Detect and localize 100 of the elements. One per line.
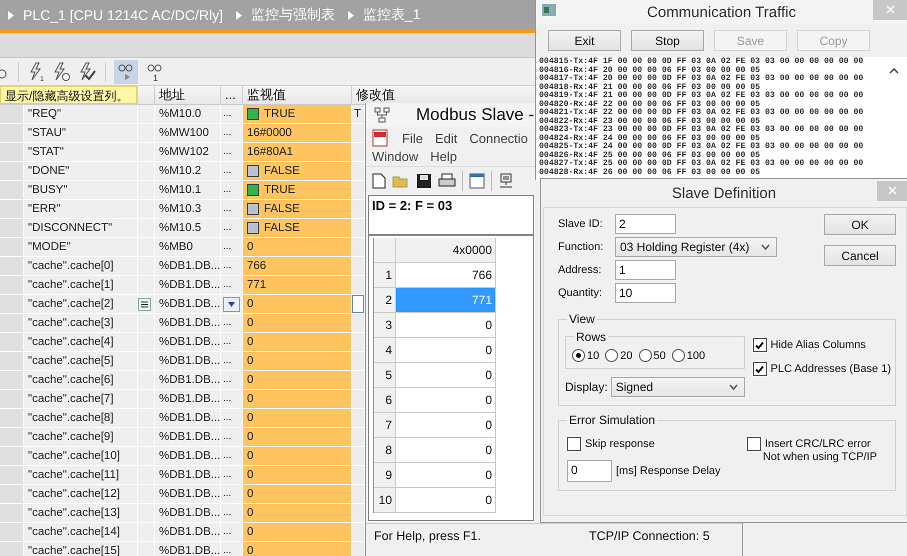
table-cell[interactable] [352, 181, 365, 200]
row-header[interactable] [0, 295, 24, 314]
dialog-button[interactable]: Cancel [824, 245, 896, 266]
checkbox[interactable] [567, 437, 581, 451]
table-cell: ... [221, 143, 243, 162]
row-header[interactable] [0, 162, 24, 181]
table-cell[interactable] [352, 295, 365, 314]
row-header[interactable] [0, 352, 24, 371]
register-cell[interactable]: 0 [396, 388, 496, 413]
table-cell[interactable] [352, 162, 365, 181]
radio-button[interactable] [672, 349, 685, 362]
table-cell[interactable] [352, 485, 365, 504]
table-cell[interactable] [352, 447, 365, 466]
table-cell[interactable] [352, 352, 365, 371]
cell-text: 16#80A1 [247, 145, 294, 160]
display-select[interactable]: Signed [610, 377, 745, 397]
list-icon[interactable] [138, 298, 151, 310]
cell-text: 771 [247, 278, 266, 293]
table-cell: "cache".cache[4] [24, 333, 138, 352]
scroll-up-icon[interactable] [889, 67, 899, 74]
row-header[interactable] [0, 485, 24, 504]
row-header[interactable] [0, 276, 24, 295]
table-cell[interactable] [352, 523, 365, 542]
row-header[interactable] [0, 542, 24, 556]
checkbox[interactable] [752, 338, 767, 352]
register-cell[interactable]: 0 [396, 363, 496, 388]
table-cell[interactable] [352, 371, 365, 390]
traffic-button[interactable]: Stop [631, 30, 704, 51]
menu-item[interactable]: Window [372, 149, 418, 164]
table-cell[interactable] [352, 333, 365, 352]
checkbox[interactable] [752, 362, 767, 376]
register-cell[interactable]: 0 [396, 338, 496, 363]
row-header[interactable] [0, 447, 24, 466]
glasses-play-icon[interactable] [114, 60, 138, 84]
checkbox[interactable] [746, 437, 761, 451]
table-cell[interactable] [352, 466, 365, 485]
row-header[interactable] [0, 238, 24, 257]
table-cell[interactable]: T [352, 105, 365, 124]
row-header[interactable] [0, 105, 24, 124]
table-cell[interactable] [352, 238, 365, 257]
row-header[interactable] [0, 428, 24, 447]
table-cell[interactable] [352, 504, 365, 523]
table-cell[interactable] [352, 542, 365, 556]
function-select[interactable]: 03 Holding Register (4x) [615, 237, 777, 257]
register-cell[interactable]: 766 [396, 263, 496, 288]
register-cell[interactable]: 0 [396, 438, 496, 463]
row-header[interactable] [0, 523, 24, 542]
table-cell: %DB1.DB... [155, 447, 221, 466]
close-button[interactable] [873, 0, 907, 20]
row-header[interactable] [0, 333, 24, 352]
new-file-icon[interactable] [372, 173, 386, 189]
register-cell[interactable]: 0 [396, 413, 496, 438]
row-header[interactable] [0, 124, 24, 143]
row-header[interactable] [0, 314, 24, 333]
table-cell[interactable] [352, 276, 365, 295]
table-cell[interactable] [352, 409, 365, 428]
caret-icon [761, 244, 770, 250]
row-header: 6 [374, 388, 396, 413]
grid-corner[interactable] [374, 238, 396, 263]
radio-button[interactable] [605, 349, 618, 362]
dialog-button[interactable]: OK [824, 214, 896, 235]
table-cell[interactable] [352, 428, 365, 447]
row-header[interactable] [0, 257, 24, 276]
row-header[interactable] [0, 409, 24, 428]
print-icon[interactable] [438, 173, 456, 189]
input-field[interactable]: 1 [615, 260, 676, 280]
row-header[interactable] [0, 181, 24, 200]
table-cell[interactable] [352, 200, 365, 219]
table-cell[interactable] [352, 124, 365, 143]
connection-icon[interactable] [498, 173, 514, 189]
row-header[interactable] [0, 200, 24, 219]
row-header[interactable] [0, 504, 24, 523]
table-cell[interactable] [352, 143, 365, 162]
traffic-button[interactable]: Exit [548, 30, 621, 51]
row-header[interactable] [0, 143, 24, 162]
menu-item[interactable]: Help [430, 149, 457, 164]
input-field[interactable]: 0 [567, 460, 612, 482]
menu-item[interactable]: Edit [434, 130, 458, 146]
close-button[interactable] [877, 181, 907, 201]
register-cell[interactable]: 0 [396, 488, 496, 513]
dropdown-icon[interactable] [223, 296, 240, 312]
row-header[interactable] [0, 371, 24, 390]
table-cell[interactable] [352, 257, 365, 276]
table-cell: ... [221, 200, 243, 219]
row-header[interactable] [0, 219, 24, 238]
radio-button[interactable] [638, 349, 652, 362]
table-cell[interactable] [352, 390, 365, 409]
input-field[interactable]: 10 [615, 283, 676, 303]
save-icon[interactable] [416, 173, 432, 189]
window-icon[interactable] [469, 173, 485, 189]
radio-button[interactable] [572, 349, 585, 362]
table-cell[interactable] [352, 219, 365, 238]
table-cell[interactable] [352, 314, 365, 333]
register-cell[interactable]: 0 [396, 463, 496, 488]
register-cell[interactable]: 0 [396, 313, 496, 338]
row-header[interactable] [0, 390, 24, 409]
row-header[interactable] [0, 466, 24, 485]
menu-item[interactable]: File [402, 130, 423, 146]
input-field[interactable]: 2 [615, 214, 676, 234]
menu-item[interactable]: Connectio [469, 130, 528, 146]
